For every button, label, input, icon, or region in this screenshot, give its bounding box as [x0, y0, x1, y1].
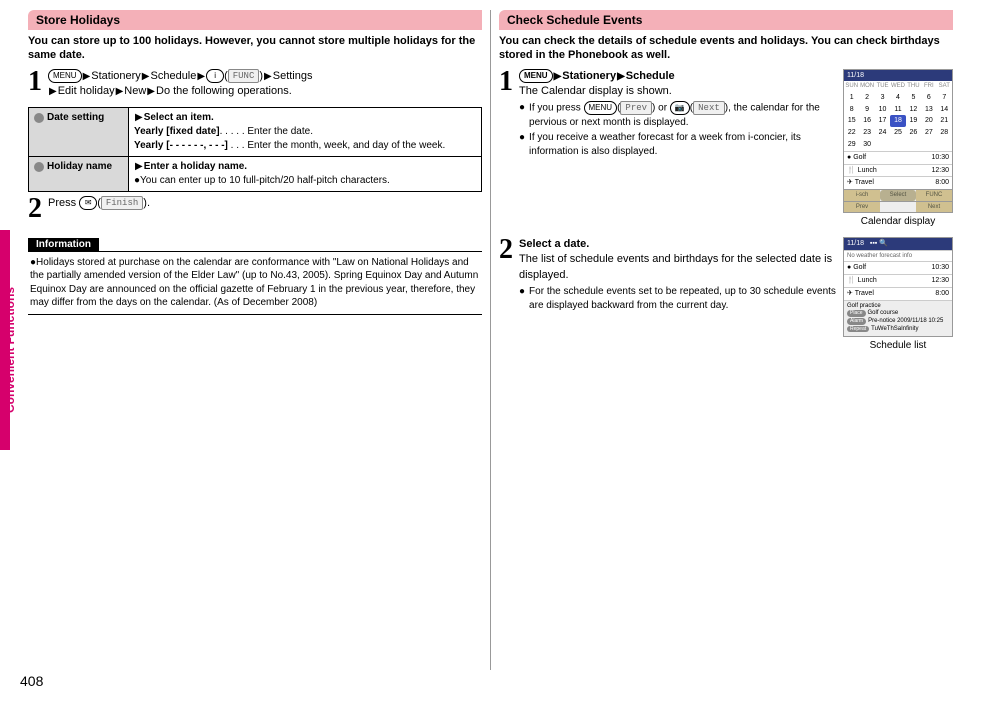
schedule-list-footer: Golf practice PlaceGolf course AlarmPre-… [844, 300, 952, 336]
check-schedule-heading: Check Schedule Events [499, 10, 953, 30]
information-heading: Information [28, 238, 99, 251]
right-step-2-body: Select a date. The list of schedule even… [519, 237, 953, 353]
menu-key-icon: MENU [48, 69, 82, 83]
step-number-1: 1 [28, 69, 42, 100]
side-tab-label: Convenient Functions [3, 287, 17, 413]
check-schedule-intro: You can check the details of schedule ev… [499, 34, 953, 63]
step-number-2: 2 [499, 237, 513, 353]
arrow-icon: ▶ [134, 161, 144, 172]
select-date-title: Select a date. [519, 237, 837, 252]
nav-schedule: Schedule [626, 70, 675, 82]
calendar-event-list: ● Golf10:30 🍴 Lunch12:30 ✈ Travel8:00 [844, 151, 952, 189]
page-content: Store Holidays You can store up to 100 h… [0, 0, 1004, 710]
table-row: Holiday name ▶Enter a holiday name. ●You… [29, 157, 482, 192]
arrow-icon: ▶ [48, 86, 58, 97]
setting-body-date: ▶Select an item. Yearly [fixed date]. . … [129, 108, 482, 157]
bullet-repeat: ● For the schedule events set to be repe… [519, 285, 837, 312]
list-item: ✈ Travel8:00 [844, 176, 952, 189]
list-item: ✈ Travel8:00 [844, 287, 952, 300]
arrow-icon: ▶ [134, 112, 144, 123]
table-row: Date setting ▶Select an item. Yearly [fi… [29, 108, 482, 157]
arrow-icon: ▶ [196, 71, 206, 82]
calendar-screenshot-wrapper: 11/18 SUN MON TUE WED THU FRI SAT 123456… [843, 69, 953, 229]
nav-schedule: Schedule [151, 70, 197, 82]
schedule-list-screenshot: 11/18 ▪▪▪ 🔍 No weather forecast info ● G… [843, 237, 953, 337]
right-step-2: 2 Select a date. The list of schedule ev… [499, 237, 953, 353]
next-soft-label: Next [693, 101, 725, 115]
menu-key-icon: MENU [519, 69, 553, 83]
arrow-icon: ▶ [553, 71, 563, 82]
setting-label-date: Date setting [29, 108, 129, 157]
arrow-icon: ▶ [263, 71, 273, 82]
left-column: Store Holidays You can store up to 100 h… [20, 10, 490, 670]
select-date-desc: The list of schedule events and birthday… [519, 252, 837, 283]
nav-stationery: Stationery [562, 70, 616, 82]
bullet-prev-next: ● If you press MENU(Prev) or 📷(Next), th… [519, 101, 837, 129]
label-pill-icon [34, 162, 44, 172]
store-holidays-intro: You can store up to 100 holidays. Howeve… [28, 34, 482, 63]
right-step-1: 1 MENU▶Stationery▶Schedule The Calendar … [499, 69, 953, 229]
nav-stationery: Stationery [91, 70, 141, 82]
right-step-1-body: MENU▶Stationery▶Schedule The Calendar di… [519, 69, 953, 229]
settings-table: Date setting ▶Select an item. Yearly [fi… [28, 107, 482, 192]
calendar-title: 11/18 [844, 70, 952, 82]
arrow-icon: ▶ [141, 71, 151, 82]
nav-edit-holiday: Edit holiday [58, 85, 115, 97]
left-step-2: 2 Press ✉(Finish). [28, 196, 482, 221]
step-number-2: 2 [28, 196, 42, 221]
arrow-icon: ▶ [82, 71, 92, 82]
func-soft-label: FUNC [228, 69, 260, 83]
schedule-list-screenshot-wrapper: 11/18 ▪▪▪ 🔍 No weather forecast info ● G… [843, 237, 953, 353]
nav-settings: Settings [273, 70, 313, 82]
store-holidays-heading: Store Holidays [28, 10, 482, 30]
left-step-1-body: MENU▶Stationery▶Schedule▶i(FUNC)▶Setting… [48, 69, 482, 100]
information-body: ●Holidays stored at purchase on the cale… [28, 251, 482, 315]
menu-key-icon: MENU [584, 101, 618, 115]
calendar-grid: SUN MON TUE WED THU FRI SAT 1234567 8910… [844, 81, 952, 150]
calendar-caption: Calendar display [843, 215, 953, 229]
list-item: 🍴 Lunch12:30 [844, 274, 952, 287]
step-number-1: 1 [499, 69, 513, 229]
left-step-2-body: Press ✉(Finish). [48, 196, 482, 221]
i-key-icon: i [206, 69, 224, 83]
schedule-list-title: 11/18 ▪▪▪ 🔍 [844, 238, 952, 250]
bullet-weather: ● If you receive a weather forecast for … [519, 131, 837, 158]
arrow-icon: ▶ [146, 86, 156, 97]
nav-new: New [124, 85, 146, 97]
arrow-icon: ▶ [616, 71, 626, 82]
schedule-list-caption: Schedule list [843, 339, 953, 353]
list-item: 🍴 Lunch12:30 [844, 164, 952, 177]
list-item: ● Golf10:30 [844, 151, 952, 164]
finish-soft-label: Finish [101, 196, 143, 210]
schedule-list-header: No weather forecast info [844, 250, 952, 261]
setting-body-holiday: ▶Enter a holiday name. ●You can enter up… [129, 157, 482, 192]
calendar-softkeys-2: Prev Next [844, 201, 952, 212]
calendar-screenshot: 11/18 SUN MON TUE WED THU FRI SAT 123456… [843, 69, 953, 213]
page-number: 408 [20, 673, 43, 689]
label-pill-icon [34, 113, 44, 123]
prev-soft-label: Prev [620, 101, 652, 115]
mail-key-icon: ✉ [79, 196, 97, 210]
arrow-icon: ▶ [115, 86, 125, 97]
calendar-softkeys: i-sch Select FUNC [844, 189, 952, 200]
nav-do-following: Do the following operations. [156, 85, 292, 97]
setting-label-holiday: Holiday name [29, 157, 129, 192]
camera-key-icon: 📷 [670, 101, 690, 115]
right-column: Check Schedule Events You can check the … [491, 10, 961, 670]
side-tab: Convenient Functions [0, 260, 20, 440]
left-step-1: 1 MENU▶Stationery▶Schedule▶i(FUNC)▶Setti… [28, 69, 482, 100]
calendar-shown-text: The Calendar display is shown. [519, 84, 837, 99]
list-item: ● Golf10:30 [844, 261, 952, 274]
